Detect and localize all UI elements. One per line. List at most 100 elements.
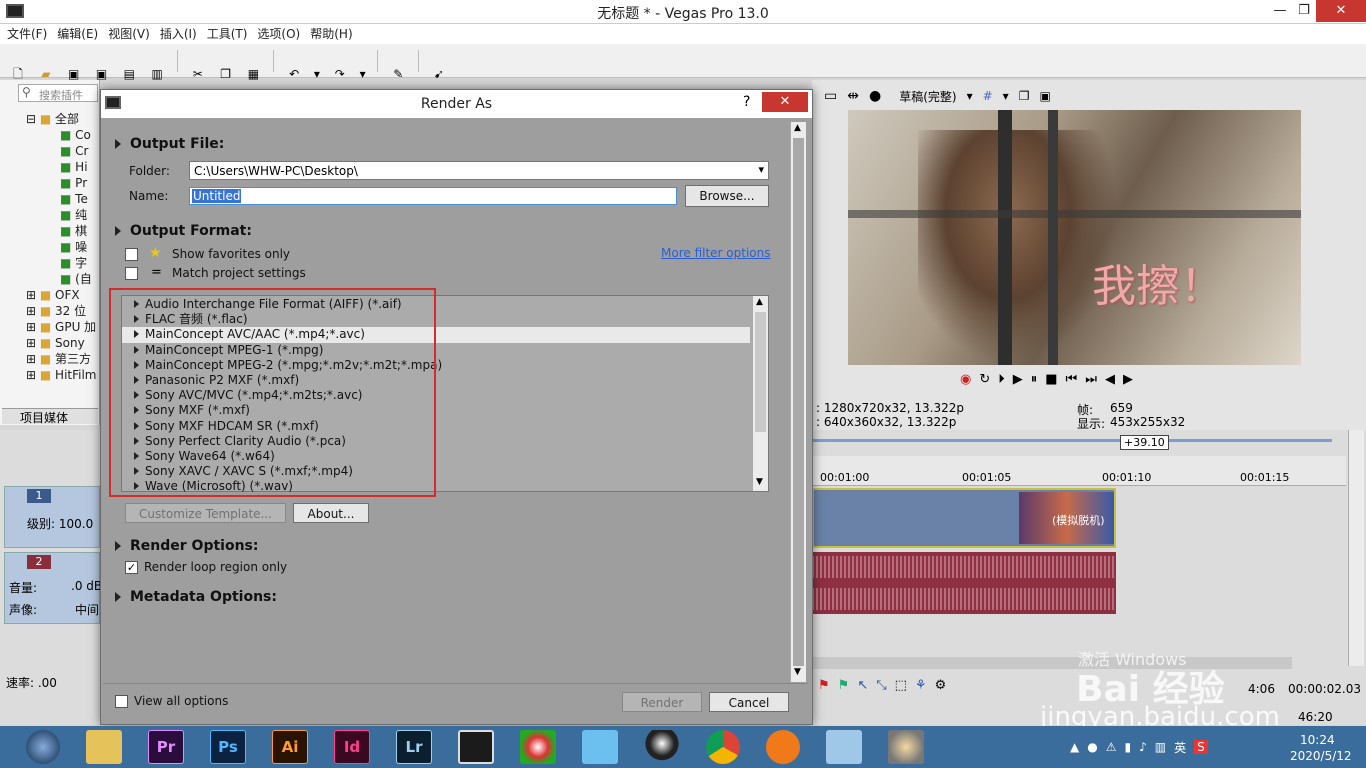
scroll-thumb[interactable] xyxy=(793,138,804,666)
timeline-vertical-scrollbar[interactable] xyxy=(1348,430,1364,666)
volume-icon[interactable]: ♪ xyxy=(1139,740,1147,754)
stop-icon[interactable]: ■ xyxy=(1045,372,1057,387)
copy-icon[interactable]: ❐ xyxy=(215,63,237,85)
grid-icon[interactable]: # xyxy=(983,89,993,103)
tree-item[interactable]: ⊞ ■ 32 位 xyxy=(26,303,97,319)
record-icon[interactable]: ◉ xyxy=(960,372,971,387)
go-to-end-icon[interactable]: ⏭ xyxy=(1085,372,1097,387)
undo-icon[interactable]: ↶ xyxy=(283,63,305,85)
volume-value[interactable]: .0 dB xyxy=(71,579,102,593)
photoshop-icon[interactable]: Ps xyxy=(210,730,246,764)
dialog-scrollbar[interactable]: ▲ ▼ xyxy=(790,122,806,682)
tree-item[interactable]: ■ Pr xyxy=(26,175,97,191)
app-icon[interactable] xyxy=(826,730,862,764)
menu-help[interactable]: 帮助(H) xyxy=(310,24,352,44)
qq-tray-icon[interactable]: ● xyxy=(1087,740,1097,754)
lightroom-icon[interactable]: Lr xyxy=(396,730,432,764)
tree-item[interactable]: ⊞ ■ HitFilm xyxy=(26,367,97,383)
paste-icon[interactable]: ▦ xyxy=(242,63,264,85)
security-icon[interactable]: ⚠ xyxy=(1106,740,1117,754)
snap-icon[interactable]: ✎ xyxy=(387,63,409,85)
sogou-icon[interactable]: S xyxy=(1194,740,1208,754)
help-button[interactable]: ? xyxy=(743,94,750,110)
tree-item[interactable]: ■ 噪 xyxy=(26,239,97,255)
copy-snapshot-icon[interactable]: ❐ xyxy=(1019,89,1030,103)
plugin-search[interactable]: ⚲ 搜索插件 xyxy=(18,84,98,102)
undo-dropdown-icon[interactable]: ▾ xyxy=(311,63,323,85)
tray-expand-icon[interactable]: ▲ xyxy=(1070,740,1079,754)
render-loop-checkbox[interactable]: ✓ xyxy=(125,561,138,574)
video-track-header[interactable]: 1 级别: 100.0 xyxy=(4,486,100,548)
scroll-thumb[interactable] xyxy=(755,312,766,432)
clock-time[interactable]: 10:24 xyxy=(1300,733,1335,747)
browse-button[interactable]: Browse... xyxy=(685,185,769,207)
auto-ripple-icon[interactable]: ⚘ xyxy=(915,678,927,693)
pan-value[interactable]: 中间 xyxy=(75,601,99,618)
tree-item[interactable]: ■ 字 xyxy=(26,255,97,271)
render-options-section[interactable]: Render Options: xyxy=(115,538,258,554)
timeline-scrubber[interactable] xyxy=(812,439,1332,442)
menu-insert[interactable]: 插入(I) xyxy=(160,24,197,44)
select-icon[interactable]: ⬚ xyxy=(895,678,907,693)
cut-icon[interactable]: ✂ xyxy=(187,63,209,85)
scroll-up-icon[interactable]: ▲ xyxy=(756,297,763,307)
tree-item[interactable]: ⊞ ■ OFX xyxy=(26,287,97,303)
tree-item[interactable]: ⊞ ■ 第三方 xyxy=(26,351,97,367)
render-button[interactable]: Render xyxy=(622,692,702,712)
timeline-horizontal-scrollbar[interactable] xyxy=(812,657,1292,669)
tree-item[interactable]: ■ Cr xyxy=(26,143,97,159)
menu-options[interactable]: 选项(O) xyxy=(257,24,300,44)
marker-icon[interactable]: ⚑ xyxy=(818,678,830,693)
scroll-down-icon[interactable]: ▼ xyxy=(756,477,763,487)
tree-item[interactable]: ■ 纯 xyxy=(26,207,97,223)
tree-item[interactable]: ⊞ ■ GPU 加 xyxy=(26,319,97,335)
customize-template-button[interactable]: Customize Template... xyxy=(125,503,286,523)
envelope-icon[interactable]: ⤡ xyxy=(876,678,886,693)
scroll-up-icon[interactable]: ▲ xyxy=(794,123,801,133)
tree-item[interactable]: ■ Hi xyxy=(26,159,97,175)
premiere-icon[interactable]: Pr xyxy=(148,730,184,764)
chevron-down-icon[interactable]: ▾ xyxy=(967,89,973,103)
indesign-icon[interactable]: Id xyxy=(334,730,370,764)
match-project-checkbox[interactable] xyxy=(125,267,138,280)
clock-date[interactable]: 2020/5/12 xyxy=(1290,749,1352,763)
render-icon[interactable]: ▤ xyxy=(118,63,140,85)
scroll-down-icon[interactable]: ▼ xyxy=(794,667,801,677)
audio-clip[interactable] xyxy=(812,552,1116,614)
audio-track-header[interactable]: 2 音量: .0 dB 声像: 中间 xyxy=(4,552,102,624)
file-explorer-icon[interactable] xyxy=(86,730,122,764)
pause-icon[interactable]: ⏸ xyxy=(1031,372,1038,387)
lock-envelopes-icon[interactable]: ⚙ xyxy=(935,678,947,693)
folder-select[interactable]: C:\Users\WHW-PC\Desktop\ ▾ xyxy=(189,161,769,180)
qq-icon[interactable] xyxy=(644,730,680,764)
show-favorites-checkbox[interactable] xyxy=(125,248,138,261)
view-all-checkbox[interactable] xyxy=(115,695,128,708)
monitor-icon[interactable]: ▭ xyxy=(824,88,837,104)
dialog-close-button[interactable]: ✕ xyxy=(762,92,808,112)
play-icon[interactable]: ▶ xyxy=(1013,372,1023,387)
app-icon[interactable] xyxy=(582,730,618,764)
ime-indicator[interactable]: 英 xyxy=(1174,739,1186,756)
name-input[interactable]: Untitled xyxy=(189,187,677,205)
output-format-section[interactable]: Output Format: xyxy=(115,223,252,239)
redo-icon[interactable]: ↷ xyxy=(329,63,351,85)
vegas-icon[interactable] xyxy=(458,730,494,764)
quality-select[interactable]: 草稿(完整) xyxy=(899,88,956,105)
app-icon[interactable] xyxy=(766,730,800,764)
go-to-start-icon[interactable]: ⏮ xyxy=(1066,372,1078,387)
color-icon[interactable]: ● xyxy=(869,88,881,104)
redo-dropdown-icon[interactable]: ▾ xyxy=(357,63,369,85)
loop-icon[interactable]: ↻ xyxy=(979,372,990,387)
output-file-section[interactable]: Output File: xyxy=(115,136,224,152)
properties-icon[interactable]: ▥ xyxy=(146,63,168,85)
next-frame-icon[interactable]: ▶ xyxy=(1123,372,1133,387)
chevron-down-icon[interactable]: ▾ xyxy=(758,163,764,176)
menu-view[interactable]: 视图(V) xyxy=(108,24,150,44)
battery-icon[interactable]: ▮ xyxy=(1124,740,1131,754)
normal-edit-icon[interactable]: ↖ xyxy=(857,678,868,693)
menu-file[interactable]: 文件(F) xyxy=(7,24,47,44)
close-button[interactable]: ✕ xyxy=(1316,0,1366,22)
metadata-options-section[interactable]: Metadata Options: xyxy=(115,589,277,605)
plugin-tree[interactable]: ⊟ ■ 全部 ■ Co ■ Cr ■ Hi ■ Pr ■ Te ■ 纯 ■ 棋 … xyxy=(26,111,97,383)
play-from-start-icon[interactable]: ⏵ xyxy=(998,372,1005,387)
